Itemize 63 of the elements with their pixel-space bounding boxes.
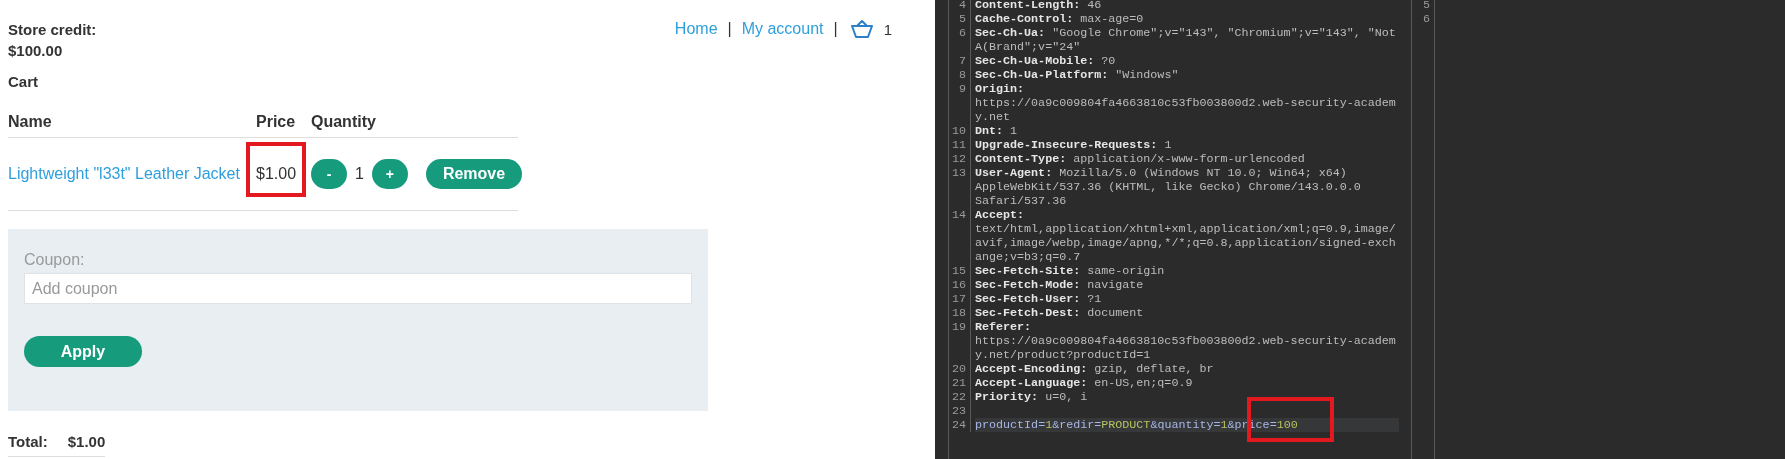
- code-line: Sec-Fetch-Mode: navigate: [975, 278, 1145, 292]
- code-line: Cache-Control: max-age=0: [975, 12, 1145, 26]
- decrement-button[interactable]: -: [311, 159, 347, 189]
- line-number: 6: [949, 26, 971, 54]
- line-number: 6: [1422, 12, 1431, 26]
- remove-button[interactable]: Remove: [425, 159, 523, 189]
- line-number: 7: [949, 54, 971, 68]
- nav-separator: |: [833, 20, 838, 38]
- code-line: Origin: https://0a9c009804fa4663810c53fb003800d2.web-security-academy.net: [975, 82, 1397, 124]
- cart-count: 1: [883, 20, 892, 38]
- line-number: 11: [949, 138, 971, 152]
- price-cell: $1.00: [256, 165, 311, 183]
- increment-button[interactable]: +: [371, 159, 408, 189]
- nav-link[interactable]: My account: [741, 20, 824, 38]
- line-number: 5: [949, 12, 971, 26]
- nav-link[interactable]: Home: [674, 20, 718, 38]
- code-line: Sec-Ch-Ua-Platform: "Windows": [975, 68, 1180, 82]
- line-number: 19: [949, 320, 971, 362]
- code-line: User-Agent: Mozilla/5.0 (Windows NT 10.0; Win64; x64) AppleWebKit/537.36 (KHTML, like Gecko) Chrome/143.0.0.0 Safari/537.36: [975, 166, 1362, 208]
- store-credit-amount: $100.00: [8, 41, 64, 61]
- total-amount: $1.00: [67, 433, 106, 450]
- code-line: Accept-Language: en-US,en;q=0.9: [975, 376, 1194, 390]
- line-number: 20: [949, 362, 971, 376]
- column-header: Price: [256, 113, 297, 131]
- total-label: Total:: [8, 433, 48, 450]
- line-number: 17: [949, 292, 971, 306]
- line-number: 12: [949, 152, 971, 166]
- code-line: Upgrade-Insecure-Requests: 1: [975, 138, 1173, 152]
- line-number: 16: [949, 278, 971, 292]
- column-header: Name: [8, 113, 53, 131]
- quantity-value: 1: [355, 165, 364, 183]
- line-number: 14: [949, 208, 971, 264]
- code-line: Accept-Encoding: gzip, deflate, br: [975, 362, 1215, 376]
- line-number: 9: [949, 82, 971, 124]
- store-credit-label: Store credit:: [8, 20, 97, 40]
- line-number: 4: [949, 0, 971, 12]
- line-number: 18: [949, 306, 971, 320]
- apply-button[interactable]: Apply: [24, 336, 142, 367]
- code-line: Sec-Fetch-User: ?1: [975, 292, 1103, 306]
- code-line: Content-Type: application/x-www-form-urlencoded: [975, 152, 1306, 166]
- cart-heading: Cart: [8, 73, 39, 90]
- nav-separator: |: [727, 20, 732, 38]
- line-number: 22: [949, 390, 971, 404]
- product-link[interactable]: Lightweight "l33t" Leather Jacket: [8, 165, 256, 183]
- line-number: 13: [949, 166, 971, 208]
- line-number: 5: [1422, 0, 1431, 12]
- code-line: Dnt: 1: [975, 124, 1019, 138]
- line-number: 21: [949, 376, 971, 390]
- basket-icon[interactable]: [849, 19, 874, 39]
- line-number: 8: [949, 68, 971, 82]
- code-line: Sec-Fetch-Site: same-origin: [975, 264, 1166, 278]
- code-line: Sec-Ch-Ua-Mobile: ?0: [975, 54, 1117, 68]
- line-number: 23: [949, 404, 971, 418]
- coupon-input[interactable]: Add coupon: [24, 273, 692, 304]
- code-line: Sec-Ch-Ua: "Google Chrome";v="143", "Chromium";v="143", "Not A(Brand";v="24": [975, 26, 1397, 54]
- coupon-label: Coupon:: [24, 251, 86, 269]
- line-number: 15: [949, 264, 971, 278]
- code-line: Content-Length: 46: [975, 0, 1103, 12]
- code-line: Priority: u=0, i: [975, 390, 1089, 404]
- column-header: Quantity: [311, 113, 377, 131]
- line-number: 10: [949, 124, 971, 138]
- line-number: 24: [949, 418, 971, 432]
- code-line: Sec-Fetch-Dest: document: [975, 306, 1145, 320]
